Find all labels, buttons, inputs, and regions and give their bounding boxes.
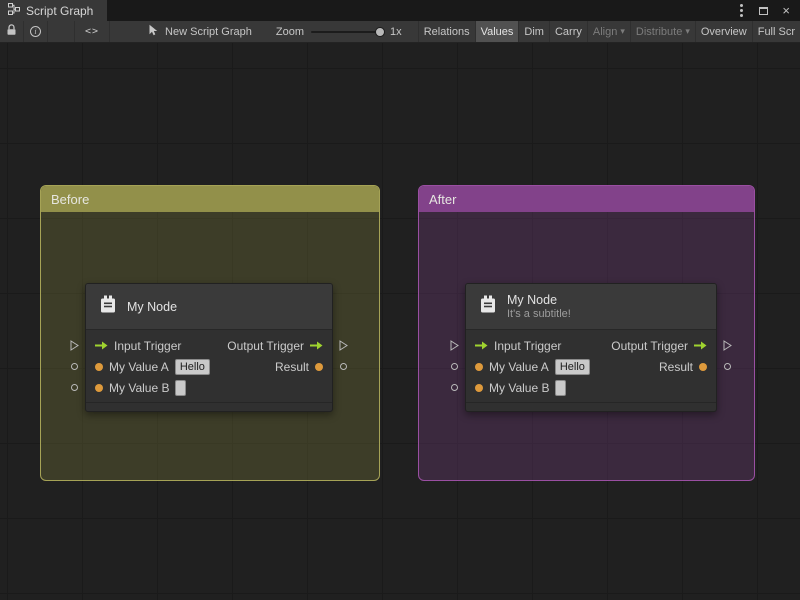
zoom-value: 1x (389, 25, 402, 38)
port-row-value-a: My Value A Hello Result (86, 356, 332, 377)
inspect-button[interactable]: i (24, 21, 48, 42)
value-b-port-icon[interactable] (475, 383, 483, 392)
my-node-icon (478, 294, 498, 320)
port-row-value-b: My Value B (86, 377, 332, 398)
lock-icon (6, 24, 17, 39)
graph-canvas[interactable]: Before After My Node Input Trigger Outpu… (0, 43, 800, 600)
toolbar-buttons: Relations Values Dim Carry Align ▾ Distr… (417, 21, 800, 42)
external-result-port-icon[interactable] (340, 363, 347, 370)
external-trigger-out-port-icon[interactable] (339, 340, 348, 351)
more-menu-icon[interactable] (740, 9, 744, 12)
chevron-down-icon: ▾ (620, 26, 625, 36)
graph-toolbar: i <> New Script Graph Zoom 1x Relations … (0, 21, 800, 43)
script-graph-window: Script Graph × i <> New Script Graph Zoo… (0, 0, 800, 600)
value-a-label: My Value A (489, 359, 549, 374)
graph-icon (8, 3, 20, 18)
close-icon[interactable]: × (782, 4, 790, 17)
value-a-port-icon[interactable] (475, 362, 483, 371)
external-value-b-port-icon[interactable] (71, 384, 78, 391)
trigger-out-port-icon[interactable] (310, 341, 323, 350)
value-a-field[interactable]: Hello (554, 358, 590, 375)
value-b-field[interactable] (175, 379, 187, 396)
node-ports: Input Trigger Output Trigger My Value A … (466, 330, 716, 402)
node-my-node-before[interactable]: My Node Input Trigger Output Trigger My … (70, 283, 348, 412)
my-node-icon (98, 294, 118, 320)
carry-button[interactable]: Carry (548, 21, 587, 42)
chevron-down-icon: ▾ (685, 26, 690, 36)
align-label: Align (592, 25, 618, 38)
node-header[interactable]: My Node It's a subtitle! (466, 284, 716, 330)
zoom-slider[interactable] (310, 26, 385, 37)
external-trigger-out-port-icon[interactable] (723, 340, 732, 351)
node-footer (86, 402, 332, 411)
values-button[interactable]: Values (474, 21, 519, 42)
tab-title: Script Graph (26, 3, 94, 18)
dim-button[interactable]: Dim (518, 21, 549, 42)
port-row-trigger: Input Trigger Output Trigger (86, 335, 332, 356)
zoom-control: Zoom 1x (262, 21, 410, 42)
graph-name: New Script Graph (165, 25, 252, 38)
lock-button[interactable] (0, 21, 24, 42)
window-controls: × (738, 0, 800, 21)
info-icon: i (30, 26, 41, 37)
tab-script-graph[interactable]: Script Graph (0, 0, 108, 21)
align-button[interactable]: Align ▾ (586, 21, 630, 42)
group-after-title: After (429, 191, 457, 207)
value-a-field[interactable]: Hello (174, 358, 210, 375)
result-port-icon[interactable] (699, 362, 707, 371)
result-label: Result (658, 359, 693, 374)
result-label: Result (274, 359, 309, 374)
overview-button[interactable]: Overview (694, 21, 752, 42)
graph-name-cell[interactable]: New Script Graph (138, 21, 262, 42)
value-a-label: My Value A (109, 359, 169, 374)
node-title: My Node (127, 299, 178, 314)
titlebar: Script Graph × (0, 0, 800, 21)
group-after-header[interactable]: After (419, 186, 754, 212)
zoom-slider-thumb[interactable] (374, 26, 385, 37)
external-value-a-port-icon[interactable] (451, 363, 458, 370)
graph-pointer-icon (148, 24, 159, 39)
trigger-out-port-icon[interactable] (694, 341, 707, 350)
input-trigger-label: Input Trigger (494, 338, 562, 353)
maximize-icon[interactable] (759, 6, 769, 15)
value-b-field[interactable] (555, 379, 567, 396)
node-ports: Input Trigger Output Trigger My Value A … (86, 330, 332, 402)
distribute-button[interactable]: Distribute ▾ (629, 21, 695, 42)
fullscreen-button[interactable]: Full Scr (751, 21, 800, 42)
external-value-a-port-icon[interactable] (71, 363, 78, 370)
external-trigger-in-port-icon[interactable] (70, 340, 79, 351)
output-trigger-label: Output Trigger (611, 338, 688, 353)
distribute-label: Distribute (635, 25, 683, 38)
value-a-port-icon[interactable] (95, 362, 103, 371)
group-before-header[interactable]: Before (41, 186, 379, 212)
node-subtitle: It's a subtitle! (507, 308, 571, 320)
external-value-b-port-icon[interactable] (451, 384, 458, 391)
value-b-label: My Value B (109, 380, 170, 395)
result-port-icon[interactable] (315, 362, 323, 371)
port-row-trigger: Input Trigger Output Trigger (466, 335, 716, 356)
trigger-in-port-icon[interactable] (475, 341, 488, 350)
code-preview-button[interactable]: <> (74, 21, 111, 42)
value-b-label: My Value B (489, 380, 550, 395)
node-my-node-after[interactable]: My Node It's a subtitle! Input Trigger O… (450, 283, 732, 412)
node-header[interactable]: My Node (86, 284, 332, 330)
external-result-port-icon[interactable] (724, 363, 731, 370)
code-icon: <> (85, 26, 100, 37)
port-row-value-a: My Value A Hello Result (466, 356, 716, 377)
node-footer (466, 402, 716, 411)
trigger-in-port-icon[interactable] (95, 341, 108, 350)
output-trigger-label: Output Trigger (227, 338, 304, 353)
node-title: My Node (507, 293, 558, 307)
input-trigger-label: Input Trigger (114, 338, 182, 353)
relations-button[interactable]: Relations (417, 21, 475, 42)
port-row-value-b: My Value B (466, 377, 716, 398)
zoom-label: Zoom (275, 25, 304, 38)
value-b-port-icon[interactable] (95, 383, 103, 392)
group-before-title: Before (51, 191, 90, 207)
external-trigger-in-port-icon[interactable] (450, 340, 459, 351)
